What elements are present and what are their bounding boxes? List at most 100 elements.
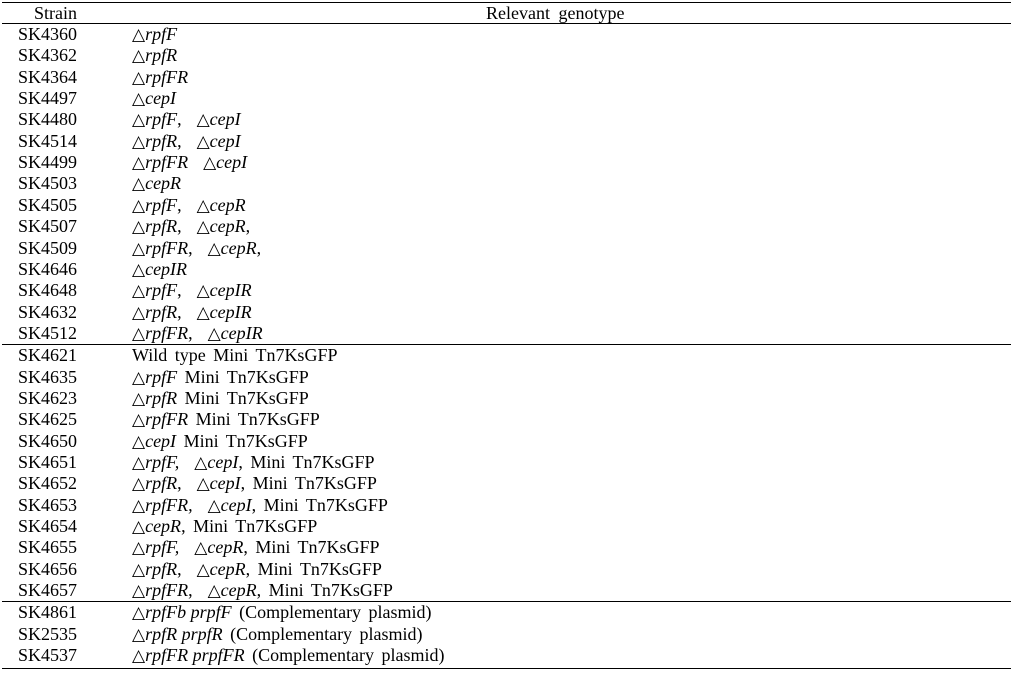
table-row: SK4861 △rpfFb prpfF (Complementary plasmi…: [0, 602, 1011, 623]
gene-name: cepI: [209, 473, 241, 494]
table-row: SK4505 △rpfF, △cepR: [0, 195, 1011, 216]
strain-cell: SK4651: [18, 452, 78, 472]
strain-cell: SK4509: [18, 237, 78, 258]
gene-name: rpfFb prpfF: [145, 602, 232, 623]
strain-cell: SK4512: [18, 322, 78, 343]
header-genotype: Relevant genotype: [486, 3, 625, 23]
table-bottom-rule: [2, 667, 1011, 669]
delta-symbol: △: [132, 603, 146, 623]
gene-name: rpfF: [145, 194, 178, 215]
gene-name: rpfF,: [145, 452, 180, 472]
strain-cell: SK4364: [18, 66, 78, 87]
gene-name: rpfR: [145, 45, 178, 66]
gene-name: cepIR: [209, 301, 252, 322]
delta-symbol: △: [132, 67, 146, 87]
strain-cell: SK4861: [18, 602, 78, 623]
delta-symbol: △: [207, 495, 221, 515]
gene-name: rpfR prpfR: [145, 623, 223, 644]
gene-name: rpfFR: [145, 322, 189, 343]
delta-symbol: △: [132, 410, 146, 430]
table-row: SK4632 △rpfR, △cepIR: [0, 302, 1011, 323]
delta-symbol: △: [207, 581, 221, 601]
gene-name: cepI: [207, 452, 239, 472]
strain-cell: SK4505: [18, 194, 78, 215]
gene-name: cepR: [145, 516, 182, 537]
genotype-text: ,: [245, 216, 251, 237]
strain-cell: SK4650: [18, 430, 78, 451]
delta-symbol: △: [132, 174, 146, 194]
gene-name: rpfF: [145, 366, 178, 387]
genotype-text: Mini Tn7KsGFP: [188, 409, 320, 430]
gene-name: cepI: [209, 109, 241, 130]
table-row: SK4635 △rpfF Mini Tn7KsGFP: [0, 367, 1011, 388]
genotype-text: (Complementary plasmid): [244, 645, 445, 666]
table-row: SK4623 △rpfR Mini Tn7KsGFP: [0, 388, 1011, 409]
gene-name: cepIR: [209, 280, 252, 301]
delta-symbol: △: [132, 646, 146, 666]
genotype-text: Wild type Mini Tn7KsGFP: [132, 345, 338, 366]
gene-name: rpfF: [145, 24, 178, 44]
genotype-cell: △rpfF Mini Tn7KsGFP: [132, 367, 309, 388]
genotype-text: Mini Tn7KsGFP: [177, 387, 309, 408]
genotype-cell: △rpfR, △cepR, Mini Tn7KsGFP: [132, 559, 382, 580]
delta-symbol: △: [132, 517, 146, 537]
table-row: SK4648 △rpfF, △cepIR: [0, 280, 1011, 301]
genotype-text: , Mini Tn7KsGFP: [245, 558, 382, 579]
delta-symbol: △: [132, 153, 146, 173]
gene-name: rpfR: [145, 216, 178, 237]
delta-symbol: △: [196, 131, 210, 151]
gene-name: rpfFR: [145, 409, 189, 430]
delta-symbol: △: [132, 281, 146, 301]
genotype-text: ,: [177, 130, 197, 151]
genotype-cell: △rpfFR, △cepIR: [132, 323, 263, 344]
genotype-cell: △cepI: [132, 88, 176, 109]
gene-name: rpfR: [145, 387, 178, 408]
delta-symbol: △: [132, 559, 146, 579]
delta-symbol: △: [196, 110, 210, 130]
delta-symbol: △: [132, 25, 146, 44]
genotype-text: ,: [177, 109, 197, 130]
gene-name: rpfR: [145, 130, 178, 151]
genotype-cell: △rpfR, △cepI, Mini Tn7KsGFP: [132, 473, 377, 494]
gene-name: cepI: [216, 152, 248, 173]
strain-cell: SK4623: [18, 387, 78, 408]
genotype-text: ,: [256, 237, 262, 258]
genotype-cell: △rpfFR: [132, 67, 188, 88]
gene-name: cepI: [145, 88, 177, 109]
table-row: SK4364 △rpfFR: [0, 67, 1011, 88]
delta-symbol: △: [207, 323, 221, 343]
genotype-cell: △rpfR, △cepIR: [132, 302, 252, 323]
gene-name: cepIR: [145, 258, 188, 279]
table-row: SK4537 △rpfFR prpfFR (Complementary plasm…: [0, 645, 1011, 666]
genotype-text: Mini Tn7KsGFP: [176, 430, 308, 451]
genotype-cell: △rpfF, △cepIR: [132, 280, 252, 301]
table-row: SK4499 △rpfFR △cepI: [0, 152, 1011, 173]
table-row: SK4651 △rpfF, △cepI, Mini Tn7KsGFP: [0, 452, 1011, 473]
gene-name: cepR: [145, 173, 182, 194]
genotype-text: , Mini Tn7KsGFP: [251, 494, 388, 515]
table-row: SK4362 △rpfR: [0, 45, 1011, 66]
table-row: SK4503 △cepR: [0, 173, 1011, 194]
genotype-cell: △rpfF, △cepI: [132, 109, 241, 130]
genotype-cell: Wild type Mini Tn7KsGFP: [132, 345, 337, 366]
genotype-cell: △rpfR prpfR (Complementary plasmid): [132, 624, 423, 645]
genotype-cell: △rpfFR, △cepI, Mini Tn7KsGFP: [132, 495, 388, 516]
strain-cell: SK4507: [18, 216, 78, 237]
gene-name: rpfR: [145, 301, 178, 322]
table-row: SK4655 △rpfF, △cepR, Mini Tn7KsGFP: [0, 537, 1011, 558]
delta-symbol: △: [132, 46, 146, 66]
gene-name: rpfF: [145, 280, 178, 301]
delta-symbol: △: [203, 153, 217, 173]
genotype-cell: △rpfR, △cepR,: [132, 216, 250, 237]
table-row: SK4507 △rpfR, △cepR,: [0, 216, 1011, 237]
table-row: SK4653 △rpfFR, △cepI, Mini Tn7KsGFP: [0, 495, 1011, 516]
genotype-text: ,: [188, 322, 208, 343]
genotype-text: ,: [177, 280, 197, 301]
delta-symbol: △: [132, 195, 146, 215]
delta-symbol: △: [196, 302, 210, 322]
delta-symbol: △: [132, 538, 146, 558]
genotype-cell: △cepI Mini Tn7KsGFP: [132, 431, 308, 452]
table-row: SK4650 △cepI Mini Tn7KsGFP: [0, 431, 1011, 452]
delta-symbol: △: [196, 195, 210, 215]
genotype-cell: △rpfFR Mini Tn7KsGFP: [132, 409, 320, 430]
